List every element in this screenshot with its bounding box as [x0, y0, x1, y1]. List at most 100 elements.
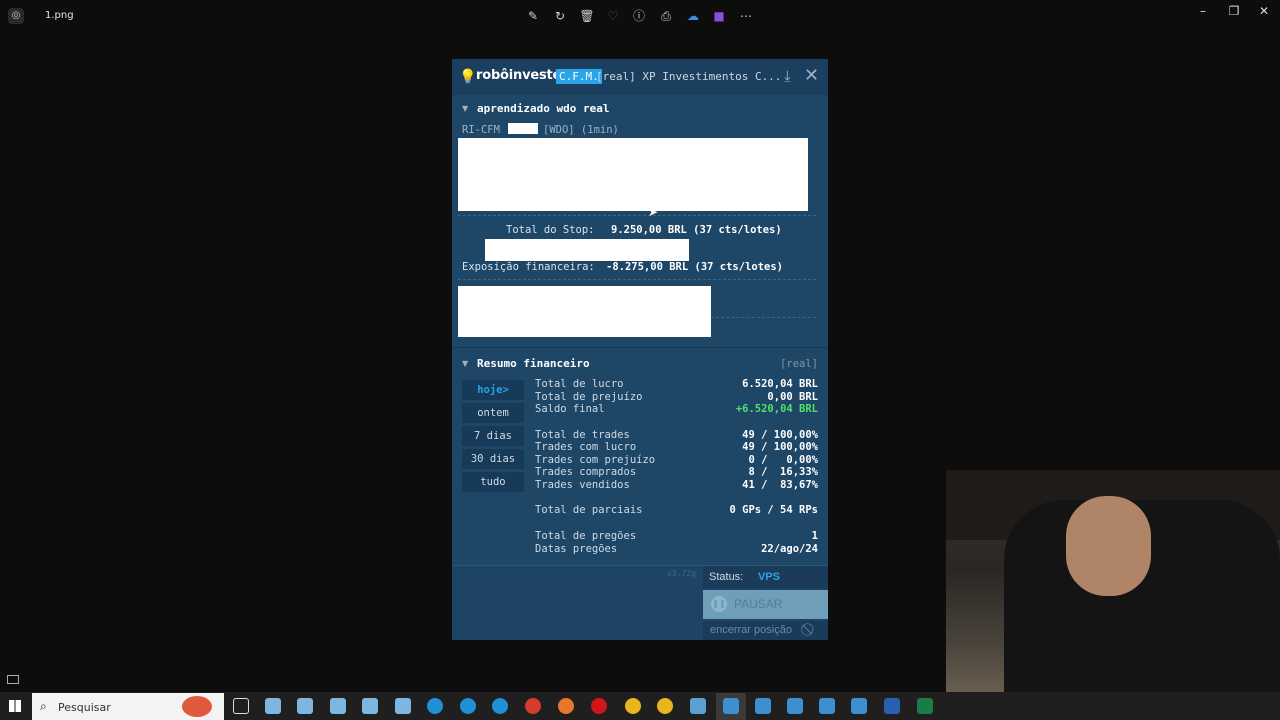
period-30days-button[interactable]: 30 dias	[462, 449, 524, 469]
strategy-title[interactable]: aprendizado wdo real	[477, 102, 609, 115]
heart-icon[interactable]: ♡	[605, 8, 621, 24]
row-label: Saldo final	[535, 403, 605, 415]
more-icon[interactable]: ⋯	[738, 8, 754, 24]
redacted-box	[485, 239, 689, 261]
app-icon[interactable]	[362, 698, 378, 714]
app-footer: v3.72g Status: VPS ❚❚ PAUSAR encerrar po…	[452, 565, 828, 640]
row-value: 1	[811, 530, 818, 542]
status-bar: Status: VPS	[703, 566, 828, 589]
app-icon[interactable]	[265, 698, 281, 714]
chevron-down-icon[interactable]: ▼	[462, 359, 468, 368]
task-view-icon[interactable]	[233, 698, 249, 714]
row-label: Trades com lucro	[535, 441, 637, 453]
row-label: Total de trades	[535, 429, 630, 441]
mouse-cursor-icon: ➤	[648, 205, 659, 219]
restore-button[interactable]: ❐	[1219, 4, 1249, 18]
exposure-label: Exposição financeira:	[462, 261, 595, 273]
strategy-prefix: RI-CFM	[462, 124, 500, 136]
summary-tag: [real]	[780, 358, 818, 370]
photos-icon[interactable]	[690, 698, 706, 714]
close-window-button[interactable]: ✕	[1249, 4, 1279, 18]
app-icon[interactable]	[787, 698, 803, 714]
app-icon[interactable]	[755, 698, 771, 714]
rotate-icon[interactable]: ↻	[552, 8, 568, 24]
edit-icon[interactable]: ✎	[525, 8, 541, 24]
close-position-button[interactable]: encerrar posição ⃠	[703, 621, 828, 640]
edge-icon[interactable]	[492, 698, 508, 714]
app-icon[interactable]	[851, 698, 867, 714]
row-value: 49 / 100,00%	[742, 429, 818, 441]
row-value: 0,00 BRL	[767, 391, 818, 403]
account-label: [real] XP Investimentos C...	[596, 70, 782, 83]
print-icon[interactable]: ⎙	[658, 8, 674, 24]
onedrive-icon[interactable]: ☁	[685, 8, 701, 24]
edge-icon[interactable]	[427, 698, 443, 714]
version-label: v3.72g	[667, 569, 696, 578]
summary-title[interactable]: Resumo financeiro	[477, 357, 590, 370]
row-value: 22/ago/24	[761, 543, 818, 555]
stop-value: 9.250,00 BRL (37 cts/lotes)	[611, 224, 782, 236]
app-icon[interactable]	[884, 698, 900, 714]
app-header: 💡 robôinveste C.F.M. [real] XP Investime…	[452, 59, 828, 95]
row-label: Total de prejuízo	[535, 391, 643, 403]
stop-label: Total do Stop:	[506, 224, 595, 236]
pause-label: PAUSAR	[734, 597, 783, 611]
row-value: 0 GPs / 54 RPs	[729, 504, 818, 516]
edge-icon[interactable]	[460, 698, 476, 714]
vivaldi-icon[interactable]	[525, 698, 541, 714]
period-yesterday-button[interactable]: ontem	[462, 403, 524, 423]
app-icon[interactable]	[395, 698, 411, 714]
minimize-button[interactable]: –	[1188, 4, 1218, 18]
webcam-overlay	[946, 470, 1280, 720]
status-label: Status:	[709, 571, 744, 583]
row-label: Total de pregões	[535, 530, 637, 542]
row-label: Trades vendidos	[535, 479, 630, 491]
app-icon[interactable]	[297, 698, 313, 714]
app-icon[interactable]	[723, 698, 739, 714]
roboinveste-window: 💡 robôinveste C.F.M. [real] XP Investime…	[452, 59, 828, 640]
period-all-button[interactable]: tudo	[462, 472, 524, 492]
pause-button[interactable]: ❚❚ PAUSAR	[703, 590, 828, 619]
delete-icon[interactable]: 🗑	[579, 8, 595, 24]
windows-start-icon[interactable]	[9, 700, 21, 712]
row-label: Total de lucro	[535, 378, 624, 390]
firefox-icon[interactable]	[558, 698, 574, 714]
search-placeholder: Pesquisar	[58, 701, 111, 714]
app-icon[interactable]	[330, 698, 346, 714]
row-label: Datas pregões	[535, 543, 618, 555]
strategy-suffix: [WDO] (1min)	[543, 124, 619, 136]
download-icon[interactable]: ⤓	[784, 67, 791, 85]
clipchamp-icon[interactable]: ■	[711, 8, 727, 24]
photo-viewer-titlebar: ◎ 1.png ✎ ↻ 🗑 ♡ ⓘ ⎙ ☁ ■ ⋯ – ❐ ✕	[0, 0, 1280, 32]
close-icon[interactable]: ✕	[804, 65, 819, 86]
file-name: 1.png	[45, 10, 74, 21]
opera-icon[interactable]	[591, 698, 607, 714]
photos-app-icon: ◎	[8, 8, 24, 24]
chevron-down-icon[interactable]: ▼	[462, 104, 468, 113]
app-icon[interactable]	[819, 698, 835, 714]
row-label: Trades com prejuízo	[535, 454, 656, 466]
row-value: 6.520,04 BRL	[742, 378, 818, 390]
status-value: VPS	[758, 571, 781, 583]
webcam-face	[1066, 496, 1151, 596]
row-value-positive: +6.520,04 BRL	[735, 403, 818, 415]
close-position-label: encerrar posição	[710, 624, 792, 636]
divider	[711, 317, 816, 318]
search-icon: ⌕	[40, 699, 47, 713]
divider	[458, 215, 816, 216]
chrome-icon[interactable]	[657, 698, 673, 714]
period-7days-button[interactable]: 7 dias	[462, 426, 524, 446]
taskbar-search[interactable]: ⌕ Pesquisar	[32, 693, 224, 720]
filmstrip-icon[interactable]	[7, 675, 19, 684]
row-value: 41 / 83,67%	[742, 479, 818, 491]
info-icon[interactable]: ⓘ	[631, 8, 647, 24]
row-label: Trades comprados	[535, 466, 637, 478]
row-value: 49 / 100,00%	[742, 441, 818, 453]
period-today-button[interactable]: hoje>	[462, 380, 524, 400]
redacted-box	[508, 123, 538, 134]
search-highlight-icon	[182, 696, 212, 717]
redacted-panel	[458, 286, 711, 337]
chrome-icon[interactable]	[625, 698, 641, 714]
cfm-badge: C.F.M.	[556, 69, 602, 84]
excel-icon[interactable]	[917, 698, 933, 714]
